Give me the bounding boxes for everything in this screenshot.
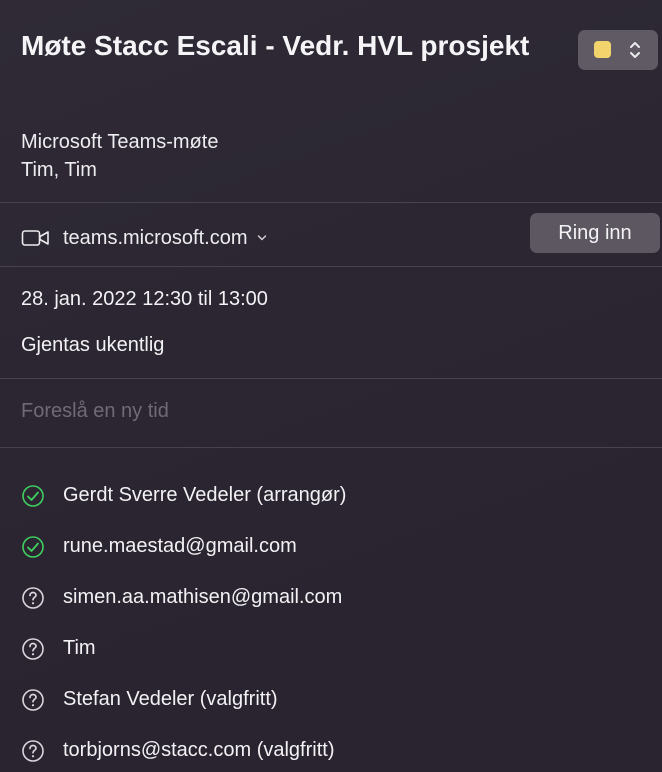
divider: [0, 266, 662, 267]
attendee-item[interactable]: Stefan Vedeler (valgfritt): [21, 674, 651, 725]
attendee-name: simen.aa.mathisen@gmail.com: [63, 586, 343, 608]
conference-link[interactable]: teams.microsoft.com: [21, 220, 267, 256]
calendar-color-picker[interactable]: [578, 30, 658, 70]
event-recurrence[interactable]: Gjentas ukentlig: [21, 331, 164, 359]
attendee-name: Tim: [63, 637, 96, 659]
attendee-item[interactable]: rune.maestad@gmail.com: [21, 521, 651, 572]
event-subinfo: Microsoft Teams-møte Tim, Tim: [21, 128, 218, 184]
attendee-item[interactable]: Tim: [21, 623, 651, 674]
participants-summary: Tim, Tim: [21, 159, 97, 181]
conference-link-label: teams.microsoft.com: [63, 226, 248, 249]
attendee-list: Gerdt Sverre Vedeler (arrangør) rune.maes…: [21, 470, 651, 772]
question-circle-icon: [22, 637, 44, 660]
attendee-name: rune.maestad@gmail.com: [63, 535, 297, 557]
propose-new-time-field[interactable]: Foreslå en ny tid: [21, 397, 169, 425]
event-title[interactable]: Møte Stacc Escali - Vedr. HVL prosjekt: [21, 28, 561, 64]
chevron-down-icon: [258, 235, 267, 241]
dial-in-button[interactable]: Ring inn: [530, 213, 660, 253]
attendee-name: torbjorns@stacc.com (valgfritt): [63, 739, 335, 761]
up-down-chevron-icon: [630, 42, 640, 58]
question-circle-icon: [22, 586, 44, 609]
event-datetime[interactable]: 28. jan. 2022 12:30 til 13:00: [21, 285, 268, 313]
attendee-name: Stefan Vedeler (valgfritt): [63, 688, 278, 710]
event-details-popover: Møte Stacc Escali - Vedr. HVL prosjekt M…: [0, 0, 662, 772]
calendar-color-swatch: [594, 41, 611, 58]
question-circle-icon: [22, 739, 44, 762]
divider: [0, 378, 662, 379]
divider: [0, 447, 662, 448]
event-header: Møte Stacc Escali - Vedr. HVL prosjekt: [21, 28, 561, 64]
video-camera-icon: [21, 230, 49, 246]
checkmark-circle-icon: [22, 484, 44, 507]
attendee-name: Gerdt Sverre Vedeler (arrangør): [63, 484, 347, 506]
question-circle-icon: [22, 688, 44, 711]
attendee-item[interactable]: torbjorns@stacc.com (valgfritt): [21, 725, 651, 772]
attendee-item[interactable]: Gerdt Sverre Vedeler (arrangør): [21, 470, 651, 521]
meeting-type: Microsoft Teams-møte: [21, 131, 219, 153]
attendee-item[interactable]: simen.aa.mathisen@gmail.com: [21, 572, 651, 623]
checkmark-circle-icon: [22, 535, 44, 558]
divider: [0, 202, 662, 203]
